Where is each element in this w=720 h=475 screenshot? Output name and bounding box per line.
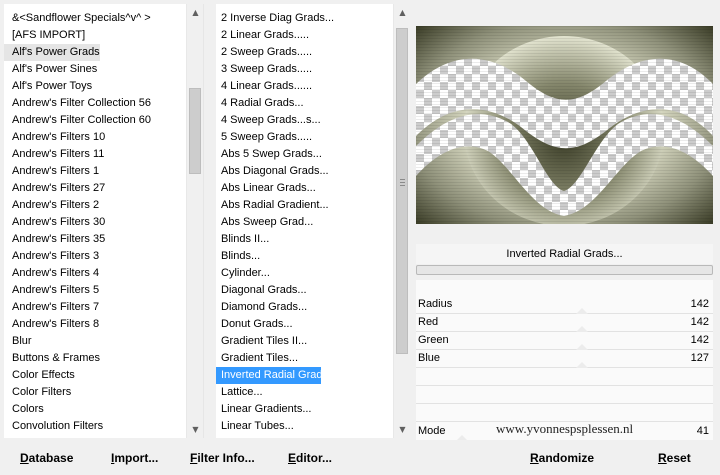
- filter-name-label: Inverted Radial Grads...: [416, 244, 713, 264]
- param-label: Radius: [418, 298, 453, 310]
- preview-image[interactable]: [416, 26, 713, 224]
- scroll-up-arrow-icon[interactable]: ▲: [394, 4, 410, 21]
- filter-scroll-thumb[interactable]: [396, 28, 408, 354]
- category-item[interactable]: Alf's Power Toys: [4, 78, 186, 95]
- param-green[interactable]: Green 142: [416, 332, 713, 350]
- filter-item[interactable]: Gradient Tiles II...: [216, 333, 393, 350]
- bottom-toolbar: Database Import... Filter Info... Editor…: [0, 440, 720, 475]
- param-value: 142: [690, 298, 709, 310]
- database-button[interactable]: Database: [20, 449, 73, 467]
- filter-item[interactable]: Linear Gradients...: [216, 401, 393, 418]
- category-item[interactable]: Color Effects: [4, 367, 186, 384]
- filter-item[interactable]: Donut Grads...: [216, 316, 393, 333]
- param-empty-1: [416, 368, 713, 386]
- filter-item[interactable]: Blinds II...: [216, 231, 393, 248]
- param-empty-2: [416, 386, 713, 404]
- param-value: 127: [690, 352, 709, 364]
- category-item[interactable]: Andrew's Filter Collection 56: [4, 95, 186, 112]
- param-label: Blue: [418, 352, 441, 364]
- filter-item[interactable]: Abs 5 Swep Grads...: [216, 146, 393, 163]
- filter-item[interactable]: Multi Radial Grads...: [216, 435, 393, 438]
- category-scrollbar[interactable]: ▲ ▼: [186, 4, 203, 438]
- scroll-down-arrow-icon[interactable]: ▼: [187, 421, 203, 438]
- param-label: Green: [418, 334, 449, 346]
- filter-list[interactable]: 2 Inverse Diag Grads... 2 Linear Grads...…: [216, 4, 410, 438]
- reset-button[interactable]: Reset: [658, 449, 691, 467]
- scroll-grip-icon: [400, 182, 405, 183]
- watermark-text: www.yvonnespsplessen.nl: [496, 421, 634, 436]
- category-item[interactable]: Andrew's Filters 1: [4, 163, 186, 180]
- category-scroll-thumb[interactable]: [189, 88, 201, 174]
- category-item[interactable]: Andrew's Filter Collection 60: [4, 112, 186, 129]
- filter-item[interactable]: 4 Radial Grads...: [216, 95, 393, 112]
- filter-item[interactable]: 2 Inverse Diag Grads...: [216, 10, 393, 27]
- param-empty-3: [416, 404, 713, 422]
- filter-item[interactable]: Cylinder...: [216, 265, 393, 282]
- category-item[interactable]: Andrew's Filters 30: [4, 214, 186, 231]
- scroll-down-arrow-icon[interactable]: ▼: [394, 421, 410, 438]
- filter-item[interactable]: Abs Diagonal Grads...: [216, 163, 393, 180]
- category-item[interactable]: Andrew's Filters 4: [4, 265, 186, 282]
- preview-bottom-margin: [414, 224, 716, 240]
- import-button[interactable]: Import...: [111, 449, 158, 467]
- filter-scrollbar[interactable]: ▲ ▼: [393, 4, 410, 438]
- category-item[interactable]: Andrew's Filters 3: [4, 248, 186, 265]
- category-item[interactable]: Buttons & Frames: [4, 350, 186, 367]
- param-label: Red: [418, 316, 439, 328]
- randomize-button[interactable]: Randomize: [530, 449, 594, 467]
- progress-bar: [416, 265, 713, 275]
- scroll-grip-icon: [400, 185, 405, 186]
- category-item[interactable]: Colors: [4, 401, 186, 418]
- category-item[interactable]: Andrew's Filters 2: [4, 197, 186, 214]
- category-item[interactable]: Blur: [4, 333, 186, 350]
- category-item[interactable]: Convolution Filters: [4, 418, 186, 435]
- param-value: 41: [696, 425, 709, 437]
- scroll-up-arrow-icon[interactable]: ▲: [187, 4, 203, 21]
- category-item[interactable]: &<Sandflower Specials^v^ >: [4, 10, 186, 27]
- scroll-grip-icon: [400, 179, 405, 180]
- filter-item[interactable]: 5 Sweep Grads.....: [216, 129, 393, 146]
- filter-item[interactable]: Diamond Grads...: [216, 299, 393, 316]
- category-item[interactable]: Andrew's Filters 27: [4, 180, 186, 197]
- filter-item[interactable]: Abs Linear Grads...: [216, 180, 393, 197]
- param-radius[interactable]: Radius 142: [416, 296, 713, 314]
- filter-items: 2 Inverse Diag Grads... 2 Linear Grads...…: [216, 10, 393, 438]
- category-item[interactable]: Andrew's Filters 11: [4, 146, 186, 163]
- param-value: 142: [690, 316, 709, 328]
- category-item[interactable]: Andrew's Filters 7: [4, 299, 186, 316]
- filter-item[interactable]: Inverted Radial Grads...: [216, 367, 337, 384]
- filter-item[interactable]: 4 Sweep Grads...s...: [216, 112, 393, 129]
- editor-button[interactable]: Editor...: [288, 449, 332, 467]
- preview-canvas: [416, 26, 713, 224]
- preview-top-margin: [414, 4, 716, 26]
- category-item[interactable]: Andrew's Filters 5: [4, 282, 186, 299]
- filter-item[interactable]: 2 Sweep Grads.....: [216, 44, 393, 61]
- filter-item[interactable]: Linear Tubes...: [216, 418, 393, 435]
- parameters-panel: Radius 142 Red 142 Green 142 Blue 127 Mo…: [416, 280, 713, 441]
- category-items: &<Sandflower Specials^v^ > [AFS IMPORT] Al…: [4, 10, 186, 438]
- filter-item[interactable]: 3 Sweep Grads.....: [216, 61, 393, 78]
- category-item[interactable]: Alf's Power Grads: [4, 44, 100, 61]
- param-red[interactable]: Red 142: [416, 314, 713, 332]
- filter-info-button[interactable]: Filter Info...: [190, 449, 255, 467]
- category-item[interactable]: [AFS IMPORT]: [4, 27, 186, 44]
- category-item[interactable]: Alf's Power Sines: [4, 61, 186, 78]
- param-blue[interactable]: Blue 127: [416, 350, 713, 368]
- filter-item[interactable]: Blinds...: [216, 248, 393, 265]
- filter-item[interactable]: Lattice...: [216, 384, 393, 401]
- category-item[interactable]: Color Filters: [4, 384, 186, 401]
- filter-item[interactable]: Abs Sweep Grad...: [216, 214, 393, 231]
- filter-item[interactable]: Diagonal Grads...: [216, 282, 393, 299]
- category-item[interactable]: Andrew's Filters 10: [4, 129, 186, 146]
- category-item[interactable]: Andrew's Filters 8: [4, 316, 186, 333]
- param-value: 142: [690, 334, 709, 346]
- param-label: Mode: [418, 425, 446, 437]
- filter-item[interactable]: Gradient Tiles...: [216, 350, 393, 367]
- filter-item[interactable]: 2 Linear Grads.....: [216, 27, 393, 44]
- category-item[interactable]: CPK Designs: [4, 435, 186, 438]
- filter-item[interactable]: Abs Radial Gradient...: [216, 197, 393, 214]
- category-item[interactable]: Andrew's Filters 35: [4, 231, 186, 248]
- filter-item[interactable]: 4 Linear Grads......: [216, 78, 393, 95]
- category-list[interactable]: &<Sandflower Specials^v^ > [AFS IMPORT] Al…: [4, 4, 204, 438]
